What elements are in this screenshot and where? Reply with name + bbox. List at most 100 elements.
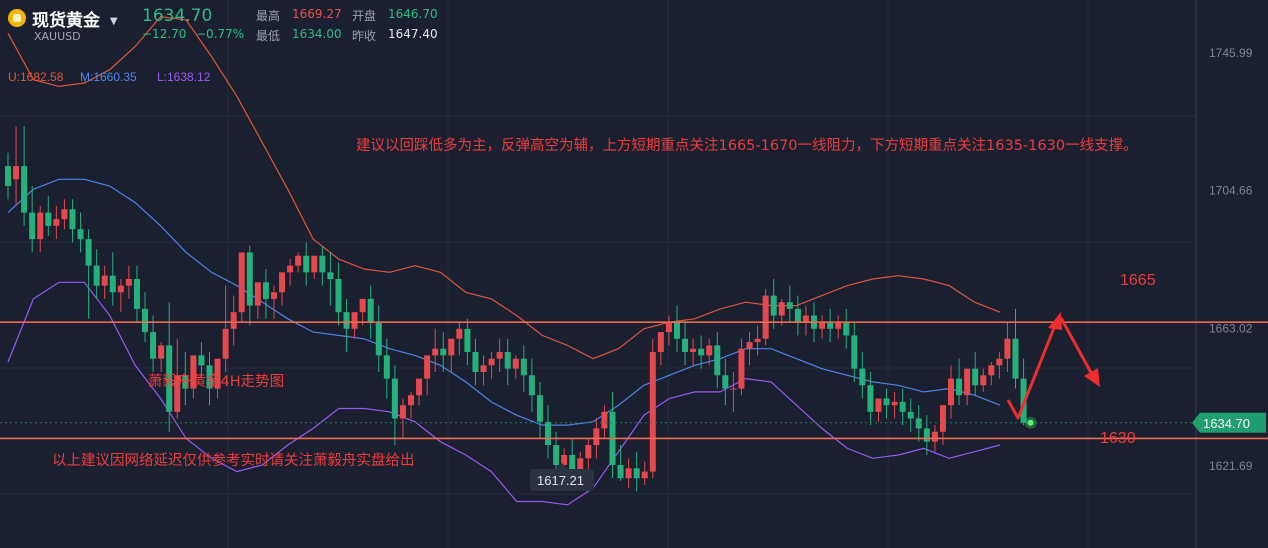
candle-body [682,338,689,353]
candle-body [367,298,374,323]
candle-body [424,355,431,379]
candle-body [762,295,769,339]
open-label: 开盘 [352,9,377,23]
candle-body [794,308,801,323]
candle-body [1004,338,1011,359]
candle-body [988,365,995,376]
disclaimer-annotation: 以上建议因网络延迟仅供参考实时请关注萧毅舟实盘给出 [52,451,415,469]
prev-close-value: 1647.40 [388,27,438,41]
candle-body [786,302,793,309]
candle-body [287,265,294,273]
candle-body [770,295,777,316]
candle-body [520,358,527,376]
candle-body [939,405,946,432]
candle-body [496,352,503,359]
candle-body [133,278,140,309]
candle-body [77,229,84,240]
bollinger-lower-value: L:1638.12 [157,70,211,84]
y-axis-tick-label: 1663.02 [1209,322,1253,336]
current-price: 1634.70 [142,6,213,26]
candle-body [585,445,592,459]
candle-body [706,345,713,356]
chart-root: 1745.99 1704.66 1663.02 1621.69 1665 1630 1634… [0,0,1268,548]
candle-body [262,282,269,299]
candle-body [698,348,705,356]
candle-body [1012,338,1019,379]
candle-body [45,212,52,226]
chart-name-annotation: 萧毅舟黄金4H走势图 [148,373,284,390]
low-marker-label: 1617.21 [537,473,584,488]
candle-body [375,322,382,356]
candle-body [545,421,552,446]
candle-body [440,348,447,356]
candle-body [875,398,882,412]
candle-body [851,335,858,369]
candle-body [617,464,624,479]
candle-body [359,298,366,313]
open-value: 1646.70 [388,7,438,21]
bollinger-middle-value: M:1660.35 [80,70,137,84]
candle-body [673,322,680,339]
candle-body [448,338,455,356]
resistance-label: 1665 [1120,272,1156,289]
candle-body [923,428,930,442]
candle-body [85,239,92,266]
candle-body [746,342,753,349]
candle-body [690,348,697,353]
candle-body [295,255,302,266]
candle-body [754,338,761,343]
candle-body [464,328,471,353]
candle-body [93,265,100,286]
candle-body [117,285,124,293]
candle-body [649,352,656,472]
candle-body [5,166,11,186]
high-label: 最高 [256,9,281,23]
candle-body [432,348,439,356]
candle-body [843,322,850,336]
high-value: 1669.27 [292,7,342,21]
candle-body [907,411,914,419]
candle-body [327,272,334,279]
candle-body [553,445,560,465]
candle-body [996,358,1003,366]
candle-body [29,212,36,240]
candle-body [142,308,149,333]
candle-body [964,368,971,396]
instrument-name-text: 现货黄金 [32,11,100,31]
candle-body [222,328,229,359]
instrument-name[interactable]: 现货黄金 ▼ [32,6,118,31]
candle-body [665,322,672,333]
support-label: 1630 [1100,430,1136,447]
candle [649,338,656,479]
candle-body [198,355,205,366]
candle-body [738,348,745,389]
candle-body [641,471,648,479]
candle-body [883,398,890,406]
candle-body [504,352,511,369]
bollinger-upper-value: U:1682.58 [8,70,64,84]
candle-body [109,275,116,293]
candle-body [722,375,729,389]
candle-body [593,428,600,446]
candle-body [270,292,277,299]
candle-body [625,468,632,479]
candle-body [956,378,963,396]
chevron-down-icon[interactable]: ▼ [110,16,118,27]
candle-body [480,365,487,372]
candle-body [319,255,326,273]
candle-body [158,345,165,359]
candle-body [891,401,898,406]
candle-body [246,252,253,306]
price-chart[interactable]: 1745.99 1704.66 1663.02 1621.69 1665 1630 1634… [0,0,1268,548]
current-price-dot [1027,419,1034,426]
candle-body [980,375,987,386]
prev-close-label: 昨收 [352,29,377,43]
candle-body [303,255,310,273]
candle-body [714,345,721,376]
instrument-symbol: XAUUSD [34,30,81,43]
candle-body [931,431,938,442]
candle-body [61,209,68,220]
candle-body [150,332,157,359]
low-label: 最低 [256,29,281,43]
candle-body [69,209,76,230]
